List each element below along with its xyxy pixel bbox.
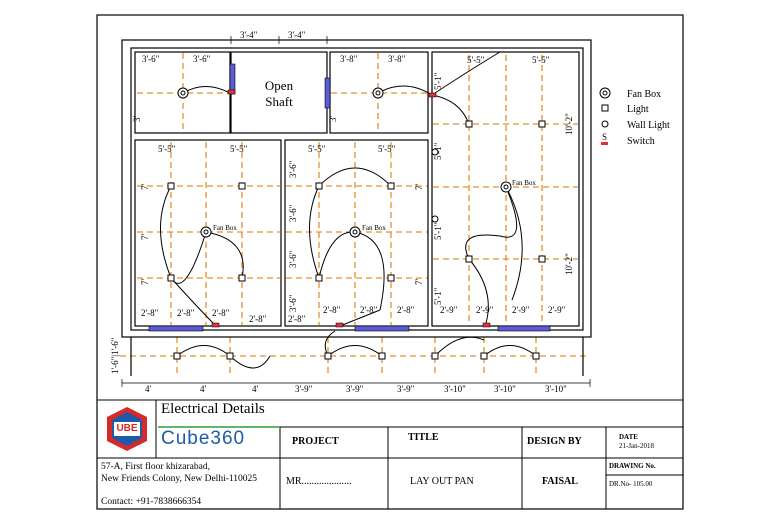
logo-text: UBE <box>116 423 138 434</box>
dim-bottom-4: 3'-9" <box>295 384 313 394</box>
dim-r4-s3: 7' <box>140 279 150 286</box>
dim-r5-b: 5'-5" <box>378 144 396 154</box>
drawing-value: DR.No- 105.00 <box>609 480 653 488</box>
fan-box-icon <box>177 87 189 99</box>
contact: Contact: +91-7838666354 <box>101 497 202 507</box>
fan-box-tag-1: Fan Box <box>213 224 237 232</box>
wiring <box>160 51 537 369</box>
dim-r2-side: 3' <box>328 116 338 123</box>
dim-shaft-left: 3'-4" <box>240 30 258 40</box>
dim-bottom-2: 4' <box>200 384 207 394</box>
dim-bottom-1: 4' <box>145 384 152 394</box>
fan-box-tag-3: Fan Box <box>512 179 536 187</box>
brand-name: Cube360 <box>161 428 246 449</box>
company-logo: UBE <box>100 403 154 455</box>
dim-r2-a: 3'-8" <box>340 54 358 64</box>
dim-r4-s1: 7' <box>140 184 150 191</box>
dim-r5-b4: 2'-8" <box>397 305 415 315</box>
dim-shaft-right: 3'-4" <box>288 30 306 40</box>
dim-r4-a: 5'-5" <box>158 144 176 154</box>
dim-r1-a: 3'-6" <box>142 54 160 64</box>
fan-box-icon <box>349 226 361 238</box>
dim-bottom-8: 3'-10" <box>494 384 516 394</box>
dim-r5-l3: 3'-6" <box>288 250 298 268</box>
legend-switch-label: Switch <box>627 136 655 147</box>
dim-r5-s2: 7' <box>414 279 424 286</box>
dim-r3-b: 5'-5" <box>532 55 550 65</box>
dim-r5-l2: 3'-6" <box>288 204 298 222</box>
address-line-1: 57-A, First floor khizarabad, <box>101 462 210 472</box>
dim-r1-side: 3' <box>132 116 142 123</box>
project-value: MR.................... <box>286 476 352 487</box>
legend-light-label: Light <box>627 104 649 115</box>
legend-fan-box-label: Fan Box <box>627 89 661 100</box>
dim-r4-b3: 2'-8" <box>212 308 230 318</box>
dim-r4-b1: 2'-8" <box>141 308 159 318</box>
dim-r4-b2: 2'-8" <box>177 308 195 318</box>
date-label: DATE <box>619 433 638 441</box>
dim-r5-b3: 2'-8" <box>360 305 378 315</box>
dim-r5-a: 5'-5" <box>308 144 326 154</box>
title-label: TITLE <box>408 432 439 443</box>
design-label: DESIGN BY <box>527 436 582 447</box>
sheet-heading: Electrical Details <box>161 401 265 417</box>
title-value: LAY OUT PAN <box>410 476 474 487</box>
design-value: FAISAL <box>542 476 578 487</box>
switches <box>211 89 491 328</box>
svg-text:S: S <box>602 132 607 142</box>
dim-r4-s2: 7' <box>140 234 150 241</box>
legend-wall-light-label: Wall Light <box>627 120 670 131</box>
dim-r5-l1: 3'-6" <box>288 160 298 178</box>
open-shaft-label-2: Shaft <box>265 94 293 109</box>
dim-r2-b: 3'-8" <box>388 54 406 64</box>
open-shaft-label-1: Open <box>265 78 294 93</box>
dim-r5-s1: 7' <box>414 184 424 191</box>
dim-bottom-9: 3'-10" <box>545 384 567 394</box>
legend-switch-icon: S <box>601 132 608 145</box>
dim-r4-b: 5'-5" <box>230 144 248 154</box>
dim-corridor: 1'-6"|1'-6" <box>110 337 120 374</box>
fan-box-icon <box>200 226 212 238</box>
dim-r5-b1: 2'-8" <box>288 314 306 324</box>
dim-r3-left-3: 5'-1" <box>433 222 443 240</box>
dim-r3-b2: 2'-9" <box>476 305 494 315</box>
address-line-2: New Friends Colony, New Delhi-110025 <box>101 474 258 484</box>
dim-bottom-7: 3'-10" <box>444 384 466 394</box>
dim-r3-left-1: 5'-1" <box>433 72 443 90</box>
dim-bottom-5: 3'-9" <box>346 384 364 394</box>
dim-r3-side-1: 10'-2" <box>564 113 574 135</box>
project-label: PROJECT <box>292 436 339 447</box>
dim-r3-side-2: 10'-2" <box>564 253 574 275</box>
dim-r1-b: 3'-6" <box>193 54 211 64</box>
shaft-dimension: 3'-4" 3'-4" <box>230 30 328 44</box>
legend-light-icon <box>601 104 609 112</box>
windows <box>148 63 551 332</box>
drawing-label: DRAWING No. <box>609 462 656 470</box>
dim-r5-l4: 3'-6" <box>288 294 298 312</box>
dim-bottom-6: 3'-9" <box>397 384 415 394</box>
drawing-canvas: 3'-4" 3'-4" 3'-6" 3'-6" 3' 3'-8" 3'-8" 3… <box>0 0 780 529</box>
dim-r4-b4: 2'-8" <box>249 314 267 324</box>
dim-r3-left-4: 5'-1" <box>433 287 443 305</box>
legend-wall-light-icon <box>601 120 609 128</box>
dim-r3-b1: 2'-9" <box>440 305 458 315</box>
fan-box-icon <box>500 181 512 193</box>
fan-box-icon <box>372 87 384 99</box>
fan-box-tag-2: Fan Box <box>362 224 386 232</box>
dim-r3-b4: 2'-9" <box>548 305 566 315</box>
company-address: 57-A, First floor khizarabad, New Friend… <box>101 461 281 485</box>
walls <box>121 39 592 376</box>
dim-bottom-3: 4' <box>252 384 259 394</box>
legend-fan-box-icon <box>599 87 611 99</box>
date-value: 21-Jan-2018 <box>619 442 654 450</box>
dim-r5-b2: 2'-8" <box>323 305 341 315</box>
dim-r3-b3: 2'-9" <box>512 305 530 315</box>
